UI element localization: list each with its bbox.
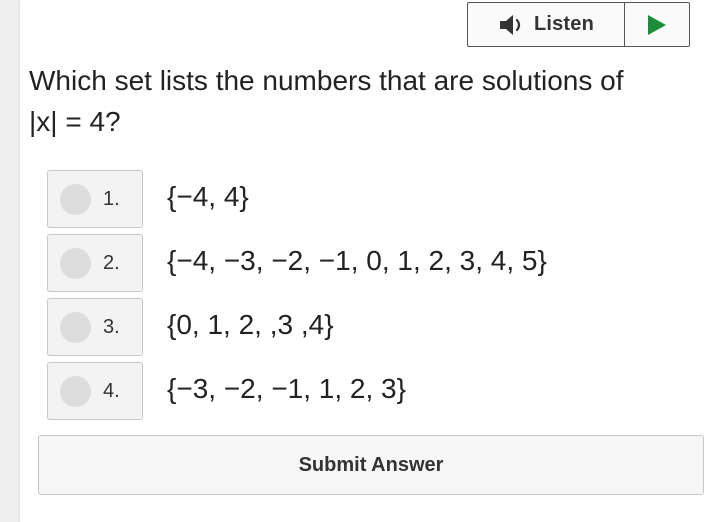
radio-button[interactable] <box>60 376 91 407</box>
speaker-icon <box>498 13 528 37</box>
listen-label: Listen <box>533 13 595 35</box>
question-text: Which set lists the numbers that are sol… <box>29 60 699 142</box>
option-text: {−3, −2, −1, 1, 2, 3} <box>167 373 406 404</box>
option-number: 2. <box>103 252 120 274</box>
radio-button[interactable] <box>60 248 91 279</box>
submit-answer-button[interactable]: Submit Answer <box>38 435 704 495</box>
question-card: Listen Which set lists the numbers that … <box>20 0 720 522</box>
answer-option-2: 2. {−4, −3, −2, −1, 0, 1, 2, 3, 4, 5} <box>47 234 687 294</box>
answer-option-3: 3. {0, 1, 2, ,3 ,4} <box>47 298 687 358</box>
listen-button[interactable]: Listen <box>468 3 625 46</box>
answer-option-4: 4. {−3, −2, −1, 1, 2, 3} <box>47 362 687 422</box>
option-text: {−4, −3, −2, −1, 0, 1, 2, 3, 4, 5} <box>167 245 547 276</box>
listen-control: Listen <box>467 2 690 47</box>
option-number: 3. <box>103 316 120 338</box>
option-select-box[interactable]: 1. <box>47 170 143 228</box>
option-text: {−4, 4} <box>167 181 249 212</box>
question-line-2: |x| = 4? <box>29 106 121 137</box>
question-line-1: Which set lists the numbers that are sol… <box>29 65 624 96</box>
option-select-box[interactable]: 4. <box>47 362 143 420</box>
option-select-box[interactable]: 2. <box>47 234 143 292</box>
play-button[interactable] <box>625 3 689 46</box>
play-icon <box>646 13 668 37</box>
radio-button[interactable] <box>60 184 91 215</box>
option-number: 4. <box>103 380 120 402</box>
radio-button[interactable] <box>60 312 91 343</box>
option-text: {0, 1, 2, ,3 ,4} <box>167 309 334 340</box>
answer-option-1: 1. {−4, 4} <box>47 170 687 230</box>
option-select-box[interactable]: 3. <box>47 298 143 356</box>
option-number: 1. <box>103 188 120 210</box>
